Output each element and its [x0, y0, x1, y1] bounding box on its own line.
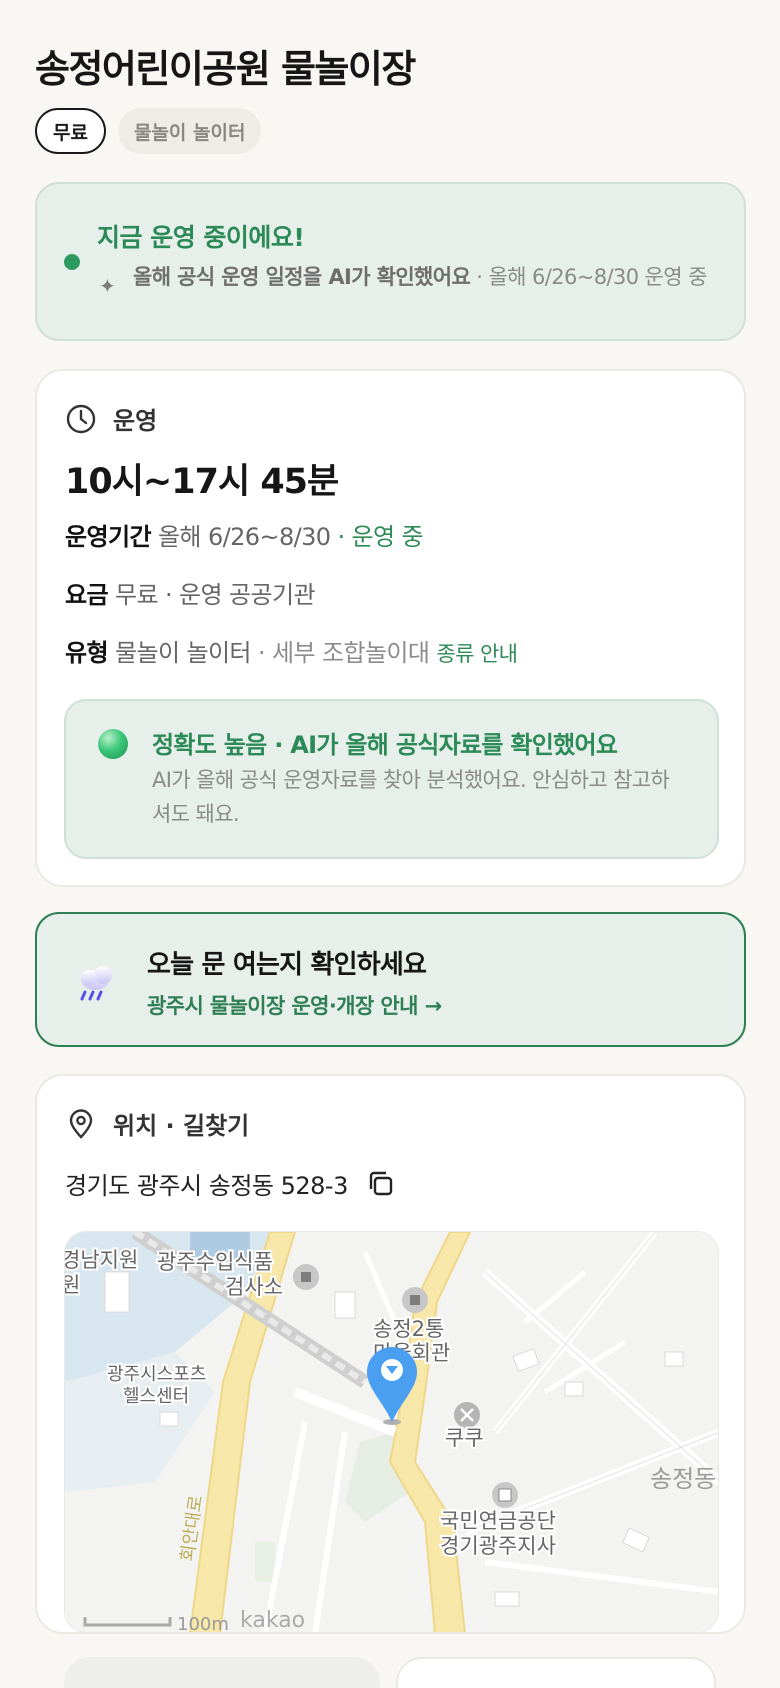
address-text: 경기도 광주시 송정동 528-3	[65, 1172, 348, 1200]
status-title: 지금 운영 중이에요!	[97, 223, 305, 252]
type-info-link[interactable]: 종류 안내	[436, 642, 518, 666]
svg-text:국민연금공단: 국민연금공단	[440, 1509, 556, 1533]
notice-link[interactable]: 광주시 물놀이장 운영·개장 안내 →	[147, 990, 442, 1020]
svg-text:검사소: 검사소	[225, 1275, 283, 1299]
page-title: 송정어린이공원 물놀이장	[35, 47, 416, 91]
accuracy-box: 정확도 높음 · AI가 올해 공식자료를 확인했어요 AI가 올해 공식 운영…	[64, 699, 719, 859]
svg-text:헬스센터: 헬스센터	[123, 1386, 189, 1407]
svg-text:경남지원: 경남지원	[65, 1248, 138, 1272]
svg-text:쿠쿠: 쿠쿠	[445, 1426, 484, 1450]
location-pin-icon	[69, 1108, 93, 1139]
location-label: 위치 · 길찾기	[113, 1112, 250, 1140]
operation-header: 운영	[65, 401, 157, 436]
accuracy-description: AI가 올해 공식 운영자료를 찾아 분석했어요. 안심하고 참고하셔도 돼요.	[152, 768, 670, 826]
svg-text:광주수입식품: 광주수입식품	[157, 1250, 273, 1274]
operation-card: 운영 10시~17시 45분 운영기간 올해 6/26~8/30 · 운영 중 …	[35, 369, 746, 887]
status-dot-icon	[64, 254, 80, 270]
svg-text:원: 원	[65, 1273, 80, 1297]
operation-label: 운영	[113, 407, 158, 435]
clock-icon	[66, 404, 96, 433]
operating-hours: 10시~17시 45분	[65, 462, 339, 502]
svg-text:경기광주지사: 경기광주지사	[440, 1534, 556, 1558]
operating-status-card: 지금 운영 중이에요! ✦ 올해 공식 운영 일정을 AI가 확인했어요 · 올…	[35, 182, 746, 341]
svg-text:kakao: kakao	[240, 1608, 305, 1633]
svg-text:100m: 100m	[177, 1614, 229, 1633]
action-button-right[interactable]	[396, 1657, 716, 1688]
accuracy-title: 정확도 높음 · AI가 올해 공식자료를 확인했어요	[152, 731, 618, 759]
svg-text:송정동: 송정동	[650, 1465, 716, 1493]
status-description: 올해 공식 운영 일정을 AI가 확인했어요 · 올해 6/26~8/30 운영…	[133, 265, 707, 289]
notice-title: 오늘 문 여는지 확인하세요	[147, 950, 427, 980]
period-row: 운영기간 올해 6/26~8/30 · 운영 중	[65, 523, 424, 551]
type-row: 유형 물놀이 놀이터 · 세부 조합놀이대 종류 안내	[65, 639, 518, 667]
location-header: 위치 · 길찾기	[65, 1106, 249, 1141]
sparkle-icon: ✦	[99, 274, 116, 298]
svg-text:송정2통: 송정2통	[373, 1317, 444, 1341]
chip-type[interactable]: 물놀이 놀이터	[117, 108, 262, 154]
fee-row: 요금 무료 · 운영 공공기관	[65, 581, 316, 609]
rain-cloud-icon	[80, 966, 112, 1001]
tag-chips: 무료 물놀이 놀이터	[35, 108, 262, 154]
svg-text:광주시스포츠: 광주시스포츠	[107, 1364, 206, 1385]
address-row: 경기도 광주시 송정동 528-3	[65, 1166, 396, 1201]
location-card: 위치 · 길찾기 경기도 광주시 송정동 528-3 경남지원 광주수입식품 검…	[35, 1074, 746, 1634]
copy-icon[interactable]	[366, 1169, 396, 1199]
action-button-left[interactable]	[64, 1657, 380, 1688]
location-map[interactable]: 경남지원 원 광주수입식품 검사소 송정2통 마을회관 쿠쿠 국민연금공단 경기…	[64, 1231, 719, 1633]
chip-free[interactable]: 무료	[35, 108, 106, 154]
open-check-notice[interactable]: 오늘 문 여는지 확인하세요 광주시 물놀이장 운영·개장 안내 →	[35, 912, 746, 1047]
accuracy-orb-icon	[98, 729, 128, 759]
